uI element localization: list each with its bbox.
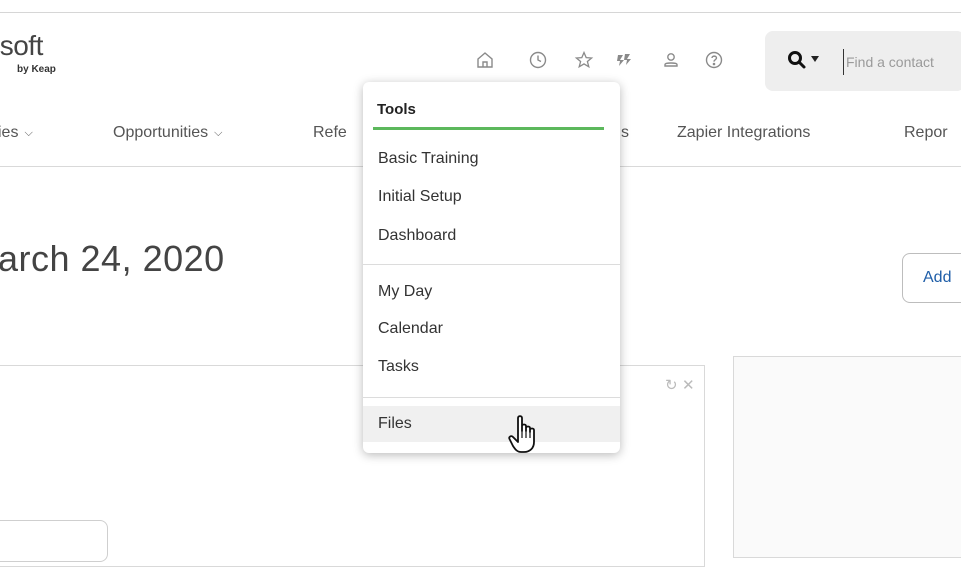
chevron-down-icon: ⌵ <box>24 127 33 139</box>
menu-item-initial-setup[interactable]: Initial Setup <box>363 179 620 215</box>
chevron-down-icon: ⌵ <box>214 127 223 139</box>
add-button[interactable]: Add <box>902 253 961 303</box>
logo-tagline: by Keap <box>17 64 56 75</box>
widget-inner-box <box>0 520 108 562</box>
menu-separator <box>363 397 620 398</box>
nav-item-activities[interactable]: ies ⌵ <box>0 124 33 142</box>
star-icon[interactable] <box>573 49 595 71</box>
nav-item-opportunities[interactable]: Opportunities ⌵ <box>113 124 223 142</box>
search-bar <box>765 31 961 91</box>
page-title: arch 24, 2020 <box>0 238 225 279</box>
logo-wordmark: isoft <box>0 30 43 61</box>
top-border <box>0 0 961 13</box>
menu-item-my-day[interactable]: My Day <box>363 274 620 310</box>
menu-item-tasks[interactable]: Tasks <box>363 349 620 385</box>
search-type-caret-icon[interactable] <box>811 56 819 62</box>
nav-item-reports[interactable]: Repor <box>904 124 948 142</box>
menu-item-dashboard[interactable]: Dashboard <box>363 218 620 254</box>
dashboard-panel-right <box>733 356 961 558</box>
close-icon[interactable]: ✕ <box>682 376 695 394</box>
search-input[interactable] <box>843 49 961 75</box>
tools-dropdown-menu: Tools Basic Training Initial Setup Dashb… <box>363 82 620 453</box>
nav-item-partial[interactable]: s <box>621 124 629 142</box>
nav-item-zapier-integrations[interactable]: Zapier Integrations <box>677 124 810 142</box>
home-icon[interactable] <box>474 49 496 71</box>
menu-item-files[interactable]: Files <box>363 406 620 442</box>
search-icon[interactable] <box>787 50 807 75</box>
refresh-icon[interactable]: ↻ <box>665 376 678 394</box>
menu-item-calendar[interactable]: Calendar <box>363 311 620 347</box>
menu-title-underline <box>373 127 604 130</box>
menu-item-basic-training[interactable]: Basic Training <box>363 141 620 177</box>
help-icon[interactable] <box>703 49 725 71</box>
menu-title: Tools <box>377 101 416 118</box>
zapier-icon[interactable] <box>613 49 635 71</box>
hand-cursor-icon <box>508 414 540 461</box>
menu-separator <box>363 264 620 265</box>
nav-item-referrals[interactable]: Refe <box>313 124 347 142</box>
user-icon[interactable] <box>660 49 682 71</box>
clock-icon[interactable] <box>527 49 549 71</box>
